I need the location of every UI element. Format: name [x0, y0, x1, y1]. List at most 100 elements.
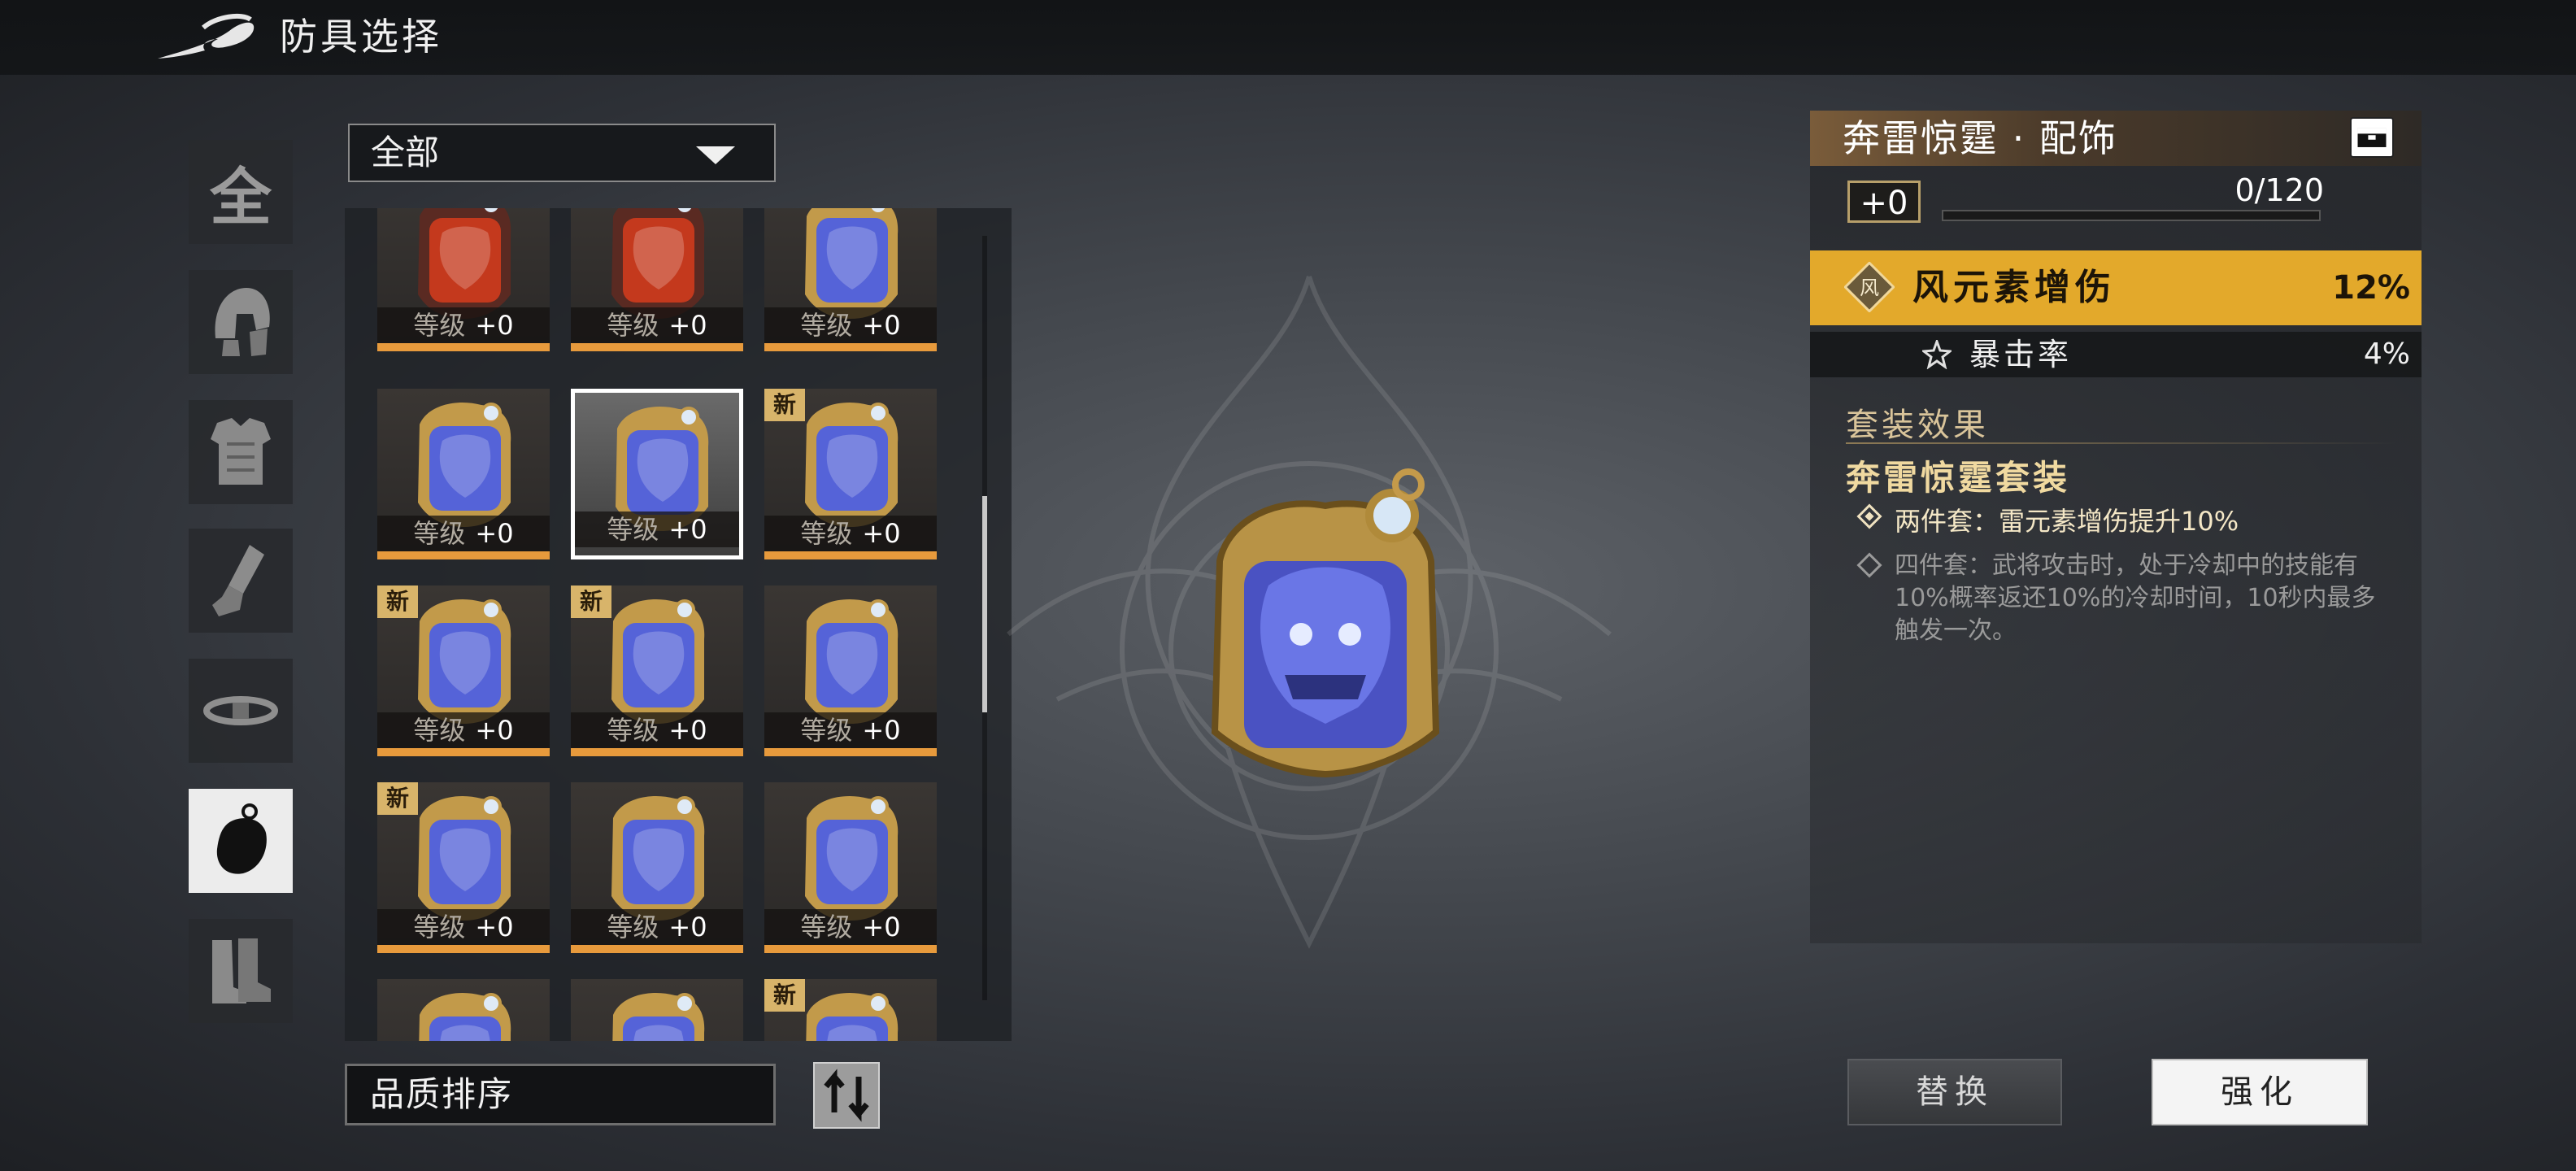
- equipment-slot[interactable]: 新等级 +0: [377, 586, 550, 756]
- level-value: +0: [668, 514, 707, 545]
- equipment-slot[interactable]: [377, 979, 550, 1041]
- detail-header: 奔雷惊霆 · 配饰: [1810, 111, 2422, 166]
- slot-level: 等级 +0: [377, 909, 550, 945]
- slot-level: 等级 +0: [377, 712, 550, 748]
- equipment-slot[interactable]: 等级 +0: [571, 389, 743, 559]
- new-badge: 新: [377, 782, 418, 815]
- svg-text:风: 风: [1860, 276, 1879, 299]
- category-boots[interactable]: [189, 919, 293, 1023]
- level-bar: [571, 343, 743, 351]
- level-value: +0: [862, 715, 901, 746]
- level-label: 等级: [413, 310, 466, 341]
- equipment-slot[interactable]: 新等级 +0: [377, 782, 550, 953]
- blue-pendant-icon: [805, 403, 899, 527]
- helmet-icon: [215, 288, 270, 356]
- divider: [1846, 442, 2399, 444]
- item-level: +0: [1847, 181, 1921, 223]
- category-belt[interactable]: [189, 659, 293, 763]
- level-value: +0: [475, 912, 514, 942]
- level-label: 等级: [607, 912, 659, 942]
- red-pendant-icon: [418, 208, 511, 319]
- equipment-slot[interactable]: 等级 +0: [377, 208, 550, 351]
- blue-pendant-icon: [418, 796, 511, 921]
- back-arrow-icon[interactable]: [154, 11, 257, 62]
- blue-pendant-icon: [612, 993, 705, 1041]
- replace-button[interactable]: 替换: [1847, 1059, 2062, 1125]
- category-accessory[interactable]: [189, 789, 293, 893]
- equipment-slot[interactable]: 等级 +0: [764, 208, 937, 351]
- level-label: 等级: [607, 310, 659, 341]
- level-bar: [571, 748, 743, 756]
- level-bar: [377, 551, 550, 559]
- category-helmet[interactable]: [189, 270, 293, 374]
- filter-dropdown[interactable]: 全部: [348, 124, 776, 182]
- slot-level: 等级 +0: [377, 516, 550, 551]
- chest-icon[interactable]: [2350, 117, 2394, 158]
- level-bar: [377, 748, 550, 756]
- equipment-slot[interactable]: 等级 +0: [764, 586, 937, 756]
- new-badge: 新: [764, 979, 805, 1012]
- new-badge: 新: [571, 586, 611, 618]
- sort-toggle-button[interactable]: [813, 1062, 880, 1129]
- blue-pendant-icon: [805, 599, 899, 724]
- set-two-piece: 两件套：雷元素增伤提升10%: [1895, 506, 2239, 537]
- wind-element-icon: 风: [1844, 262, 1895, 312]
- equipment-slot[interactable]: 新等级 +0: [571, 586, 743, 756]
- slot-level: 等级 +0: [571, 712, 743, 748]
- page-title: 防具选择: [280, 15, 442, 59]
- sort-toggle-icon: [824, 1069, 869, 1122]
- blue-pendant-icon: [418, 403, 511, 527]
- main-stat-value: 12%: [2332, 269, 2410, 307]
- new-badge: 新: [764, 389, 805, 421]
- sub-stat-name: 暴击率: [1969, 337, 2073, 372]
- category-all-label: 全: [210, 161, 272, 233]
- slot-level: 等级 +0: [764, 516, 937, 551]
- slot-level: 等级 +0: [764, 909, 937, 945]
- slot-level: 等级 +0: [571, 307, 743, 343]
- set-effect-header: 套装效果: [1846, 407, 1989, 444]
- level-value: +0: [475, 715, 514, 746]
- blue-pendant-icon: [419, 993, 511, 1041]
- level-label: 等级: [413, 912, 466, 942]
- equipment-slot[interactable]: 等级 +0: [764, 782, 937, 953]
- chevron-down-icon: [696, 146, 735, 164]
- boots-icon: [212, 938, 271, 1003]
- gauntlet-icon: [212, 545, 264, 616]
- upgrade-button[interactable]: 强化: [2152, 1059, 2368, 1125]
- crit-star-icon: [1922, 340, 1952, 369]
- level-bar: [764, 343, 937, 351]
- level-bar: [377, 343, 550, 351]
- equipment-slot[interactable]: 等级 +0: [571, 782, 743, 953]
- level-bar: [764, 945, 937, 953]
- level-bar: [764, 551, 937, 559]
- main-stat-name: 风元素增伤: [1912, 267, 2116, 308]
- level-value: +0: [475, 310, 514, 341]
- sort-label: 品质排序: [370, 1074, 514, 1114]
- slot-level: 等级 +0: [764, 712, 937, 748]
- sub-stat-value: 4%: [2363, 337, 2410, 371]
- main-stat: 风 风元素增伤 12%: [1810, 250, 2422, 325]
- new-badge: 新: [377, 586, 418, 618]
- level-label: 等级: [413, 715, 466, 746]
- category-armor[interactable]: [189, 400, 293, 504]
- category-gauntlet[interactable]: [189, 529, 293, 633]
- equipment-slot[interactable]: 新: [764, 979, 937, 1041]
- equipment-slot[interactable]: 等级 +0: [571, 208, 743, 351]
- inactive-diamond-icon: [1856, 552, 1882, 578]
- equipment-slot[interactable]: 等级 +0: [377, 389, 550, 559]
- level-value: +0: [668, 912, 707, 942]
- equipment-slot[interactable]: [571, 979, 743, 1041]
- level-value: +0: [475, 518, 514, 549]
- set-four-piece: 四件套：武将攻击时，处于冷却中的技能有10%概率返还10%的冷却时间，10秒内最…: [1895, 551, 2376, 645]
- sort-selector[interactable]: 品质排序: [345, 1064, 776, 1125]
- level-value: +0: [668, 310, 707, 341]
- level-bar: [764, 748, 937, 756]
- equipment-grid[interactable]: 等级 +0 等级 +0 等级 +0 等级 +0 等级 +0 新等级 +0 新等级 +0 新等级 +0 等级 +0 新…: [345, 208, 1012, 1041]
- filter-selected: 全部: [371, 133, 440, 172]
- equipment-slot[interactable]: 新等级 +0: [764, 389, 937, 559]
- blue-pendant-icon: [805, 208, 899, 319]
- slot-level: 等级 +0: [764, 307, 937, 343]
- red-pendant-icon: [611, 208, 705, 319]
- category-all[interactable]: 全: [189, 140, 293, 244]
- level-value: +0: [862, 912, 901, 942]
